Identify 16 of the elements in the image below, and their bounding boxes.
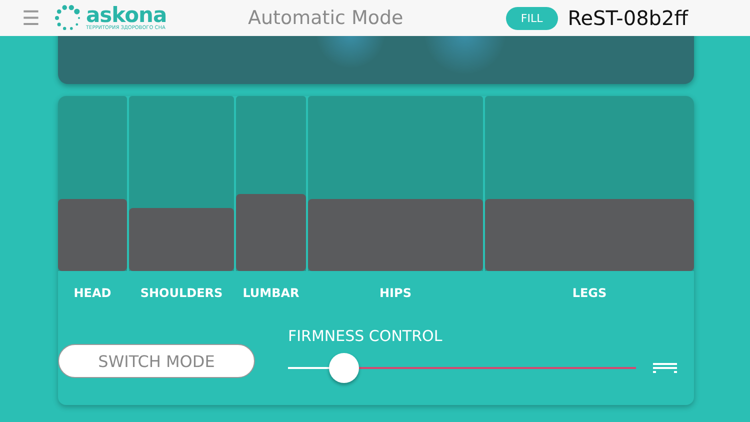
zone-label: LEGS (572, 286, 607, 300)
zone-label: HIPS (380, 286, 412, 300)
switch-mode-button[interactable]: SWITCH MODE (58, 344, 255, 378)
slider-thumb[interactable] (328, 353, 359, 383)
firmness-label: FIRMNESS CONTROL (288, 327, 444, 345)
zone-label: SHOULDERS (140, 286, 223, 300)
zone-label: HEAD (74, 286, 112, 300)
dotted-circle-logo-icon (54, 4, 82, 32)
firmness-slider[interactable] (288, 353, 636, 383)
status-badge: FILL (506, 6, 558, 30)
page-title: Automatic Mode (248, 7, 404, 29)
device-name: ReST-08b2ff (568, 6, 688, 30)
bed-icon (653, 361, 677, 375)
logo-text: askona (86, 5, 167, 25)
menu-icon[interactable]: ☰ (22, 6, 42, 30)
zone-label: LUMBAR (242, 286, 300, 300)
